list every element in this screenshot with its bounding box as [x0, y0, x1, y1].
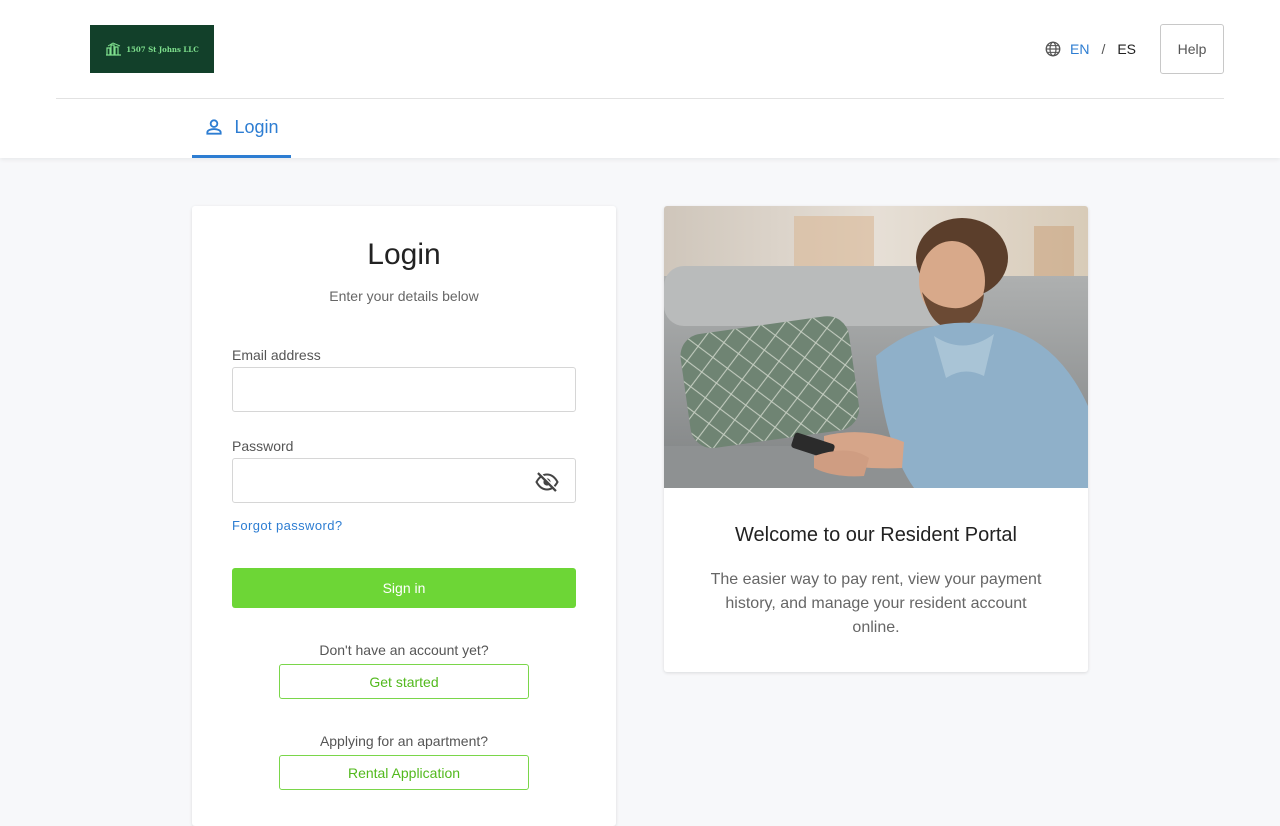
company-logo[interactable]: 1507 St Johns LLC: [90, 25, 214, 73]
email-field-wrapper: [232, 367, 576, 412]
login-subtitle: Enter your details below: [329, 288, 479, 304]
resident-photo: [664, 206, 1088, 488]
language-es[interactable]: ES: [1117, 41, 1136, 57]
login-card: Login Enter your details below Email add…: [192, 206, 616, 826]
eye-off-icon[interactable]: [535, 471, 559, 493]
logo-text: 1507 St Johns LLC: [126, 44, 199, 54]
tab-login[interactable]: Login: [192, 99, 291, 158]
email-field[interactable]: [233, 368, 575, 411]
apply-prompt: Applying for an apartment?: [319, 733, 489, 749]
login-title: Login: [367, 238, 441, 271]
language-separator: /: [1101, 41, 1106, 57]
tab-login-label: Login: [234, 116, 279, 137]
sign-in-button[interactable]: Sign in: [232, 568, 576, 608]
forgot-password-link[interactable]: Forgot password?: [232, 518, 342, 533]
globe-icon: [1045, 41, 1061, 57]
get-started-button[interactable]: Get started: [279, 664, 529, 699]
password-field-wrapper: [232, 458, 576, 503]
welcome-title: Welcome to our Resident Portal: [735, 524, 1017, 546]
email-label: Email address: [232, 347, 321, 363]
help-button[interactable]: Help: [1160, 24, 1224, 74]
signup-prompt: Don't have an account yet?: [319, 642, 489, 658]
rental-application-button[interactable]: Rental Application: [279, 755, 529, 790]
password-field[interactable]: [233, 459, 575, 502]
language-en[interactable]: EN: [1070, 41, 1089, 57]
user-icon: [206, 119, 223, 135]
welcome-text: The easier way to pay rent, view your pa…: [710, 571, 1042, 636]
language-switcher: EN / ES: [1044, 40, 1136, 58]
top-header: 1507 St Johns LLC EN / ES Help Login: [0, 0, 1280, 158]
welcome-card: Welcome to our Resident Portal The easie…: [664, 206, 1088, 672]
password-label: Password: [232, 438, 294, 454]
logo-building-icon: [106, 42, 122, 56]
